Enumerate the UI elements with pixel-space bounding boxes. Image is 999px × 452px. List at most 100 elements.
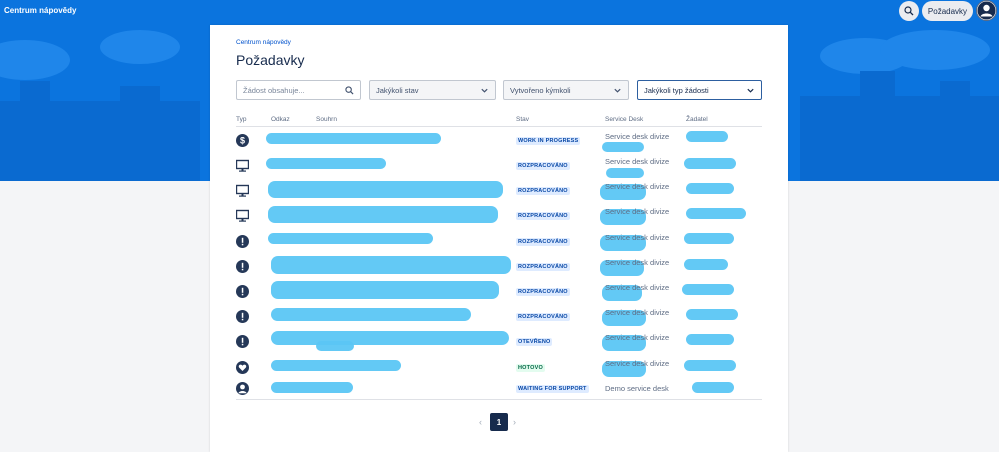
redaction-mark bbox=[682, 284, 734, 295]
redaction-mark bbox=[686, 183, 734, 194]
search-icon bbox=[904, 6, 914, 16]
redaction-mark bbox=[684, 259, 728, 270]
table-row[interactable]: ROZPRACOVÁNO Service desk divize bbox=[236, 279, 762, 304]
chevron-down-icon bbox=[481, 88, 488, 93]
monitor-icon bbox=[236, 184, 249, 197]
status-badge: ROZPRACOVÁNO bbox=[516, 263, 570, 271]
redaction-mark bbox=[684, 360, 736, 371]
monitor-icon bbox=[236, 209, 249, 222]
table-row[interactable]: ROZPRACOVÁNO Service desk divize bbox=[236, 304, 762, 329]
previous-page-button[interactable]: ‹ bbox=[479, 417, 482, 427]
service-desk-name: Service desk divize bbox=[605, 182, 670, 191]
column-header-summary[interactable]: Souhrn bbox=[316, 116, 337, 123]
alert-icon bbox=[236, 260, 249, 273]
service-desk-name: Service desk divize bbox=[605, 132, 670, 141]
table-row[interactable]: ROZPRACOVÁNO Service desk divize bbox=[236, 203, 762, 228]
status-badge: ROZPRACOVÁNO bbox=[516, 212, 570, 220]
redaction-mark bbox=[684, 233, 734, 244]
status-filter-value: Jakýkoli stav bbox=[376, 85, 419, 95]
redaction-mark bbox=[686, 334, 734, 345]
redaction-mark bbox=[692, 382, 734, 393]
redaction-mark bbox=[686, 131, 728, 142]
status-badge: WORK IN PROGRESS bbox=[516, 137, 581, 145]
alert-icon bbox=[236, 310, 249, 323]
table-header: Typ Odkaz Souhrn Stav Service Desk Žadat… bbox=[236, 116, 762, 127]
status-badge: WAITING FOR SUPPORT bbox=[516, 385, 589, 393]
redaction-mark bbox=[268, 206, 498, 223]
service-desk-name: Service desk divize bbox=[605, 207, 670, 216]
page-1-button[interactable]: 1 bbox=[490, 413, 508, 431]
redaction-mark bbox=[268, 233, 433, 244]
alert-icon bbox=[236, 285, 249, 298]
column-header-reference[interactable]: Odkaz bbox=[271, 116, 290, 123]
table-row[interactable]: ROZPRACOVÁNO Service desk divize bbox=[236, 178, 762, 203]
created-by-filter-value: Vytvořeno kýmkoli bbox=[510, 85, 571, 95]
redaction-mark bbox=[606, 168, 644, 178]
service-desk-name: Demo service desk bbox=[605, 384, 669, 393]
search-input[interactable]: Žádost obsahuje... bbox=[236, 80, 361, 100]
table-row[interactable]: ROZPRACOVÁNO Service desk divize bbox=[236, 229, 762, 254]
column-header-status[interactable]: Stav bbox=[516, 116, 529, 123]
request-type-filter-value: Jakýkoli typ žádosti bbox=[644, 85, 709, 95]
redaction-mark bbox=[266, 158, 386, 169]
redaction-mark bbox=[316, 341, 354, 351]
redaction-mark bbox=[271, 331, 509, 345]
redaction-mark bbox=[684, 158, 736, 169]
service-desk-name: Service desk divize bbox=[605, 258, 670, 267]
requests-button[interactable]: Požadavky bbox=[922, 1, 973, 21]
alert-icon bbox=[236, 335, 249, 348]
service-desk-name: Service desk divize bbox=[605, 233, 670, 242]
chevron-down-icon bbox=[747, 88, 754, 93]
pagination: ‹ 1 › bbox=[210, 413, 788, 431]
chevron-down-icon bbox=[614, 88, 621, 93]
person-icon bbox=[236, 382, 249, 395]
table-row[interactable]: WAITING FOR SUPPORT Demo service desk bbox=[236, 376, 762, 401]
page-title: Požadavky bbox=[236, 52, 305, 68]
service-desk-name: Service desk divize bbox=[605, 157, 670, 166]
redaction-mark bbox=[271, 382, 353, 393]
redaction-mark bbox=[602, 142, 644, 152]
status-badge: ROZPRACOVÁNO bbox=[516, 313, 570, 321]
breadcrumb[interactable]: Centrum nápovědy bbox=[236, 39, 291, 46]
redaction-mark bbox=[271, 360, 401, 371]
search-button[interactable] bbox=[899, 1, 919, 21]
status-badge: ROZPRACOVÁNO bbox=[516, 187, 570, 195]
status-filter[interactable]: Jakýkoli stav bbox=[369, 80, 496, 100]
monitor-icon bbox=[236, 159, 249, 172]
alert-icon bbox=[236, 235, 249, 248]
service-desk-name: Service desk divize bbox=[605, 283, 670, 292]
requests-panel: Centrum nápovědy Požadavky Žádost obsahu… bbox=[210, 25, 788, 452]
service-desk-name: Service desk divize bbox=[605, 308, 670, 317]
status-badge: ROZPRACOVÁNO bbox=[516, 162, 570, 170]
table-divider bbox=[236, 399, 762, 400]
table-row[interactable]: ROZPRACOVÁNO Service desk divize bbox=[236, 153, 762, 178]
service-desk-name: Service desk divize bbox=[605, 359, 670, 368]
redaction-mark bbox=[271, 256, 511, 274]
table-row[interactable]: $ WORK IN PROGRESS Service desk divize bbox=[236, 128, 762, 153]
user-avatar-icon bbox=[977, 1, 996, 20]
site-title[interactable]: Centrum nápovědy bbox=[4, 6, 76, 15]
redaction-mark bbox=[268, 181, 503, 198]
table-row[interactable]: ROZPRACOVÁNO Service desk divize bbox=[236, 254, 762, 279]
redaction-mark bbox=[271, 308, 471, 321]
heart-icon bbox=[236, 361, 249, 374]
search-icon bbox=[345, 86, 354, 95]
redaction-mark bbox=[266, 133, 441, 144]
redaction-mark bbox=[686, 208, 746, 219]
table-row[interactable]: OTEVŘENO Service desk divize bbox=[236, 329, 762, 354]
column-header-service-desk[interactable]: Service Desk bbox=[605, 116, 643, 123]
column-header-requester[interactable]: Žadatel bbox=[686, 116, 708, 123]
search-placeholder: Žádost obsahuje... bbox=[243, 85, 305, 95]
dollar-icon: $ bbox=[236, 134, 249, 147]
redaction-mark bbox=[686, 309, 738, 320]
service-desk-name: Service desk divize bbox=[605, 333, 670, 342]
request-type-filter[interactable]: Jakýkoli typ žádosti bbox=[637, 80, 762, 100]
redaction-mark bbox=[271, 281, 499, 299]
user-avatar-button[interactable] bbox=[976, 0, 997, 21]
column-header-type: Typ bbox=[236, 116, 247, 123]
svg-text:$: $ bbox=[240, 136, 245, 146]
status-badge: ROZPRACOVÁNO bbox=[516, 288, 570, 296]
next-page-button[interactable]: › bbox=[513, 417, 516, 427]
created-by-filter[interactable]: Vytvořeno kýmkoli bbox=[503, 80, 629, 100]
status-badge: OTEVŘENO bbox=[516, 338, 553, 346]
